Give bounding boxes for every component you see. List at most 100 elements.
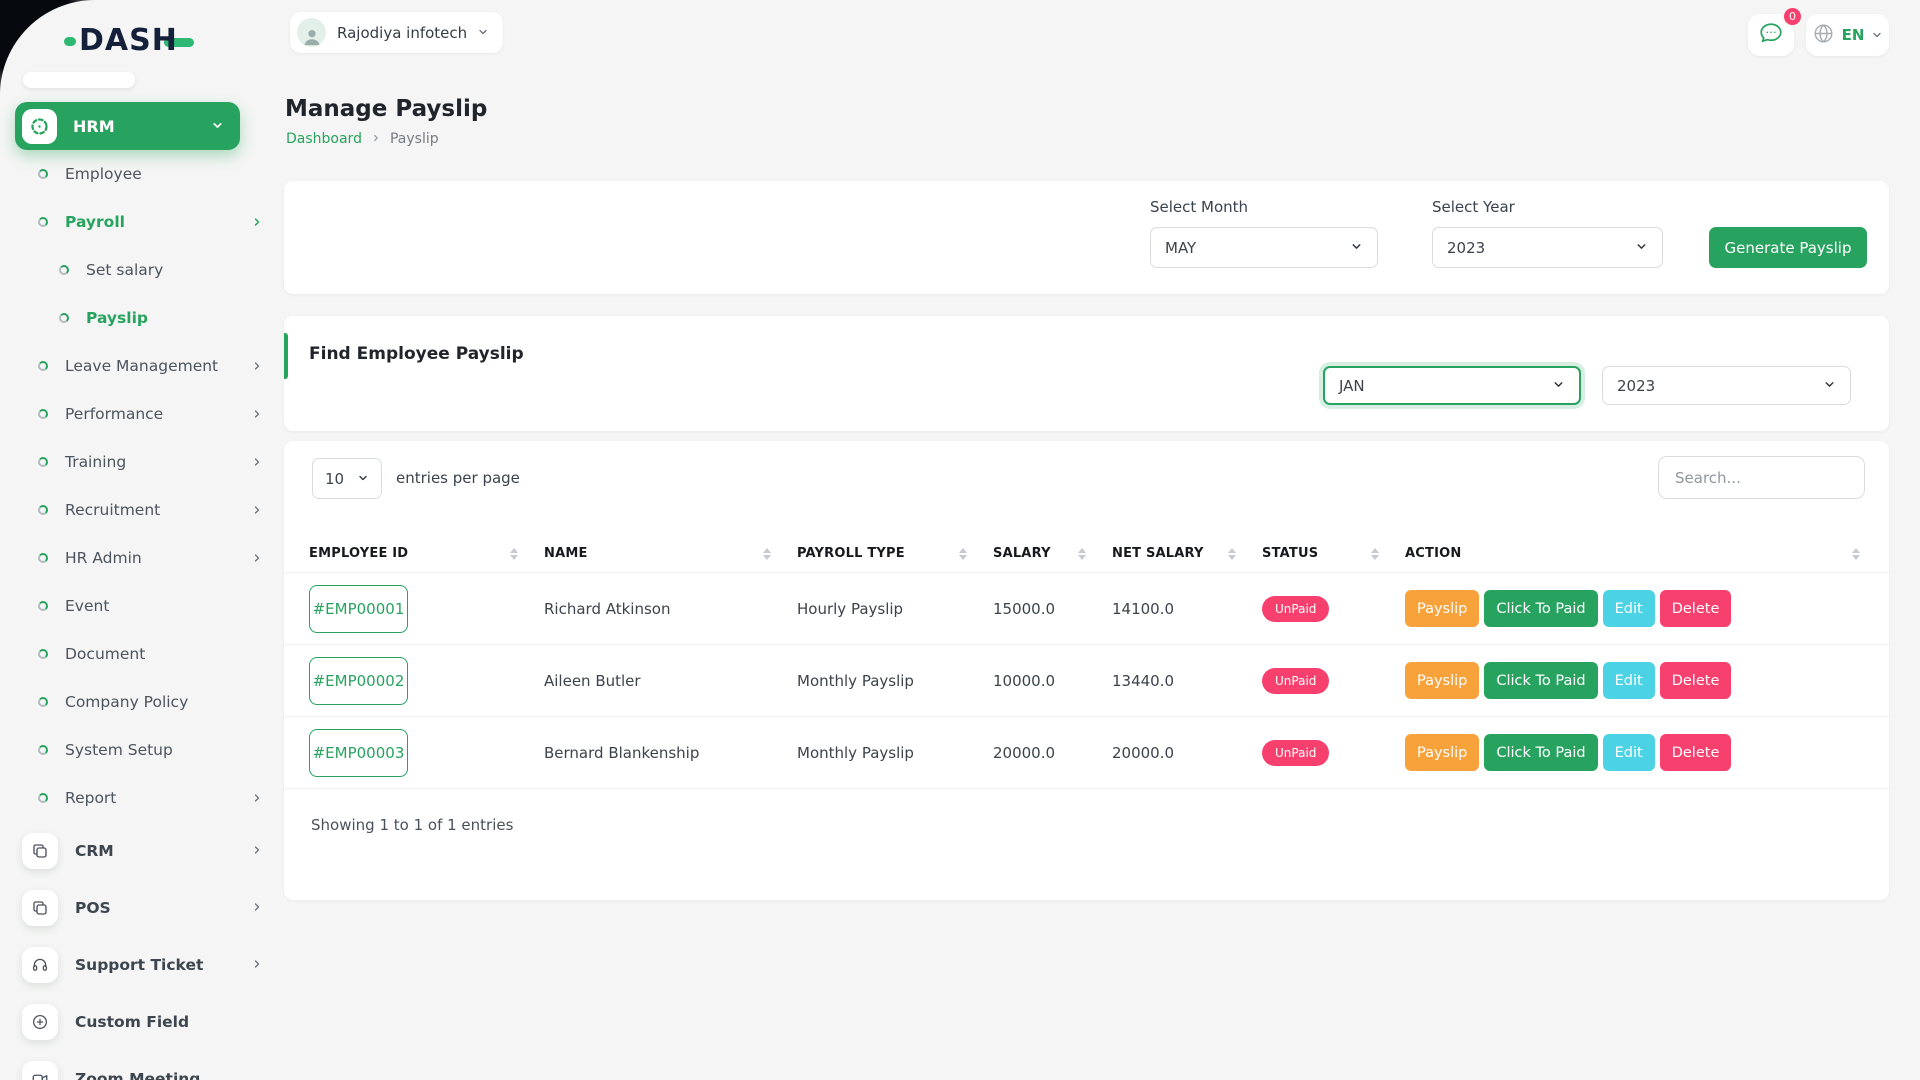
sidebar-item-performance[interactable]: Performance [0,390,285,438]
delete-button[interactable]: Delete [1660,662,1732,699]
sidebar-item-label: Training [65,453,251,471]
column-header-employee-id[interactable]: EMPLOYEE ID [309,546,544,561]
plus-circle-icon [22,1004,58,1040]
column-header-status[interactable]: STATUS [1262,546,1405,561]
card-accent-bar [284,333,288,379]
find-month-value: JAN [1339,377,1365,395]
edit-button[interactable]: Edit [1603,734,1655,771]
sidebar-item-document[interactable]: Document [0,630,285,678]
bullet-icon [38,409,48,419]
entries-per-page-label: entries per page [396,469,520,487]
column-header-net-salary[interactable]: NET SALARY [1112,546,1262,561]
chevron-down-icon [357,470,369,488]
sidebar-item-system-setup[interactable]: System Setup [0,726,285,774]
employee-id-badge[interactable]: #EMP00003 [309,729,408,777]
sidebar-item-event[interactable]: Event [0,582,285,630]
bullet-icon [38,457,48,467]
table-header-row: EMPLOYEE ID NAME PAYROLL TYPE SALARY NET… [284,535,1889,573]
chevron-right-icon [251,357,263,376]
delete-button[interactable]: Delete [1660,590,1732,627]
breadcrumb-separator-icon [371,133,381,146]
generate-payslip-button[interactable]: Generate Payslip [1709,227,1867,268]
sidebar-item-label: CRM [75,842,251,860]
page-size-select[interactable]: 10 [312,458,382,499]
employee-id-badge[interactable]: #EMP00002 [309,657,408,705]
find-year-value: 2023 [1617,377,1655,395]
sidebar-item-training[interactable]: Training [0,438,285,486]
sidebar-item-custom-field[interactable]: Custom Field [0,993,285,1050]
sidebar-item-payroll[interactable]: Payroll [0,198,285,246]
chevron-down-icon [1635,239,1648,257]
employee-id-badge[interactable]: #EMP00001 [309,585,408,633]
click-to-paid-button[interactable]: Click To Paid [1484,662,1597,699]
sidebar-item-label: Employee [65,165,263,183]
payroll-type-cell: Monthly Payslip [797,744,993,762]
dash-logo[interactable]: DASH [64,24,194,58]
find-payslip-title: Find Employee Payslip [309,344,524,364]
column-header-action[interactable]: ACTION [1405,546,1864,561]
delete-button[interactable]: Delete [1660,734,1732,771]
company-switcher[interactable]: Rajodiya infotech [290,12,503,53]
breadcrumb-current: Payslip [390,131,439,147]
year-select-value: 2023 [1447,239,1485,257]
sidebar-item-hr-admin[interactable]: HR Admin [0,534,285,582]
sidebar-item-label: Leave Management [65,357,251,375]
search-input[interactable] [1658,456,1865,499]
payslip-button[interactable]: Payslip [1405,734,1479,771]
chevron-right-icon [251,841,263,860]
payslip-table-card: 10 entries per page EMPLOYEE ID NAME PAY… [284,441,1889,900]
sidebar-item-report[interactable]: Report [0,774,285,822]
sidebar-item-zoom-meeting[interactable]: Zoom Meeting [0,1050,285,1080]
find-payslip-card: Find Employee Payslip JAN 2023 [284,316,1889,431]
breadcrumb-dashboard-link[interactable]: Dashboard [286,131,362,147]
sidebar-item-label: Company Policy [65,693,263,711]
sidebar-item-recruitment[interactable]: Recruitment [0,486,285,534]
edit-button[interactable]: Edit [1603,662,1655,699]
click-to-paid-button[interactable]: Click To Paid [1484,734,1597,771]
column-header-salary[interactable]: SALARY [993,546,1112,561]
month-select-value: MAY [1165,239,1196,257]
chevron-down-icon [1350,239,1363,257]
language-selector[interactable]: EN [1806,14,1889,56]
language-code: EN [1842,26,1865,44]
chevron-right-icon [251,213,263,232]
chevron-down-icon [1871,26,1883,45]
click-to-paid-button[interactable]: Click To Paid [1484,590,1597,627]
payroll-type-cell: Hourly Payslip [797,600,993,618]
page-size-value: 10 [325,470,344,488]
sidebar-item-set-salary[interactable]: Set salary [0,246,285,294]
salary-cell: 20000.0 [993,744,1112,762]
sidebar-item-support-ticket[interactable]: Support Ticket [0,936,285,993]
select-month-label: Select Month [1150,198,1248,216]
sidebar-item-payslip[interactable]: Payslip [0,294,285,342]
status-badge: UnPaid [1262,740,1329,766]
year-select[interactable]: 2023 [1432,227,1663,268]
sort-icon [1852,548,1860,560]
sidebar-modules: CRM POS Support Ticket [0,822,285,1080]
column-header-name[interactable]: NAME [544,546,797,561]
payslip-button[interactable]: Payslip [1405,590,1479,627]
sort-icon [959,548,967,560]
hrm-label: HRM [73,117,211,136]
chat-bubble-icon [1758,20,1784,50]
sidebar-item-crm[interactable]: CRM [0,822,285,879]
sidebar-item-label: Payslip [86,309,263,327]
find-month-select[interactable]: JAN [1323,366,1581,405]
messages-button[interactable]: 0 [1748,14,1794,56]
sidebar-item-leave-management[interactable]: Leave Management [0,342,285,390]
month-select[interactable]: MAY [1150,227,1378,268]
bullet-icon [38,649,48,659]
sidebar-item-employee[interactable]: Employee [0,150,285,198]
messages-count-badge: 0 [1782,6,1803,27]
sort-icon [510,548,518,560]
find-year-select[interactable]: 2023 [1602,366,1851,405]
sidebar-item-pos[interactable]: POS [0,879,285,936]
payslip-button[interactable]: Payslip [1405,662,1479,699]
payroll-type-cell: Monthly Payslip [797,672,993,690]
edit-button[interactable]: Edit [1603,590,1655,627]
bullet-icon [38,697,48,707]
company-name: Rajodiya infotech [337,24,467,42]
sidebar-item-company-policy[interactable]: Company Policy [0,678,285,726]
sidebar-item-hrm[interactable]: HRM [15,102,240,150]
column-header-payroll-type[interactable]: PAYROLL TYPE [797,546,993,561]
